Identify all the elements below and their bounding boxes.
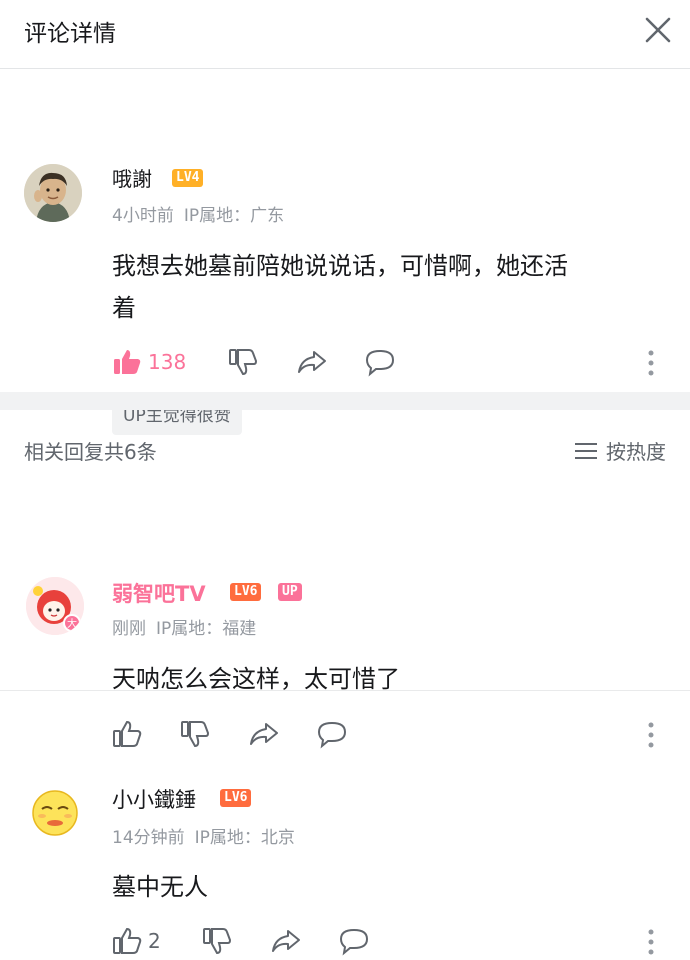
- comment-meta: 刚刚 IP属地：福建: [112, 614, 266, 639]
- replies-header: 相关回复共6条 按热度: [24, 436, 666, 468]
- level-badge: LV6: [220, 789, 252, 807]
- like-button[interactable]: 2: [112, 926, 161, 956]
- comment-text-line: 我想去她墓前陪她说说话，可惜啊，她还活: [112, 252, 568, 280]
- reply-count-label: 相关回复共6条: [24, 440, 157, 464]
- reply-button[interactable]: [316, 719, 348, 749]
- dislike-button[interactable]: [180, 719, 210, 749]
- level-badge: LV4: [172, 169, 204, 187]
- ip-location: IP属地：福建: [156, 619, 257, 639]
- like-count: 138: [148, 350, 187, 374]
- comment-actions: 2: [112, 926, 672, 960]
- comment-time: 4小时前: [112, 206, 174, 226]
- thumbs-down-icon: [181, 721, 210, 748]
- username[interactable]: 小小鐵錘: [112, 784, 196, 814]
- comment-meta: 4小时前 IP属地：广东: [112, 201, 294, 226]
- comment-actions: [112, 719, 672, 753]
- avatar[interactable]: [26, 783, 84, 841]
- comment-time: 刚刚: [112, 619, 146, 639]
- reply-divider: [0, 690, 690, 691]
- page-header: 评论详情: [0, 0, 690, 69]
- list-icon: [575, 442, 597, 459]
- share-icon: [272, 930, 300, 952]
- thumbs-up-icon: [114, 350, 141, 374]
- avatar[interactable]: 大: [26, 577, 84, 635]
- more-options-icon[interactable]: [648, 721, 654, 749]
- like-button[interactable]: [112, 719, 142, 749]
- comment-actions: 138: [112, 347, 672, 381]
- level-badge: LV6: [230, 583, 262, 601]
- comment-bubble-icon: [317, 721, 347, 749]
- comment-content: 天呐怎么会这样，太可惜了: [112, 665, 400, 693]
- thumbs-up-icon: [113, 927, 142, 954]
- sort-label: 按热度: [606, 440, 666, 464]
- thumbs-down-icon: [229, 349, 258, 376]
- comment-time: 14分钟前: [112, 828, 185, 848]
- more-options-icon[interactable]: [648, 349, 654, 377]
- comment-content: 墓中无人: [112, 873, 208, 901]
- ip-location: IP属地：北京: [194, 828, 295, 848]
- comment-text-line: 着: [112, 294, 136, 322]
- ip-location: IP属地：广东: [183, 206, 285, 226]
- share-button[interactable]: [248, 719, 280, 749]
- thumbs-up-icon: [113, 720, 142, 747]
- close-icon[interactable]: [642, 14, 674, 46]
- comment-content: 我想去她墓前陪她说说话，可惜啊，她还活 着: [112, 245, 672, 329]
- comment-bubble-icon: [339, 928, 369, 956]
- svg-text:大: 大: [67, 617, 77, 630]
- comment-meta: 14分钟前 IP属地：北京: [112, 823, 305, 848]
- share-icon: [250, 723, 278, 745]
- reply-button[interactable]: [364, 347, 396, 377]
- comment-bubble-icon: [365, 349, 395, 377]
- section-divider: [0, 392, 690, 410]
- like-button[interactable]: 138: [112, 347, 186, 377]
- thumbs-down-icon: [203, 928, 232, 955]
- up-badge: UP: [278, 583, 302, 601]
- dislike-button[interactable]: [202, 926, 232, 956]
- username[interactable]: 哦謝: [112, 163, 152, 192]
- share-icon: [298, 351, 326, 373]
- like-count: 2: [148, 929, 161, 953]
- share-button[interactable]: [270, 926, 302, 956]
- page-title: 评论详情: [24, 21, 116, 47]
- dislike-button[interactable]: [228, 347, 258, 377]
- share-button[interactable]: [296, 347, 328, 377]
- more-options-icon[interactable]: [648, 928, 654, 956]
- reply-button[interactable]: [338, 926, 370, 956]
- sort-button[interactable]: 按热度: [574, 436, 666, 465]
- username[interactable]: 弱智吧TV: [112, 578, 206, 608]
- avatar[interactable]: [24, 164, 82, 222]
